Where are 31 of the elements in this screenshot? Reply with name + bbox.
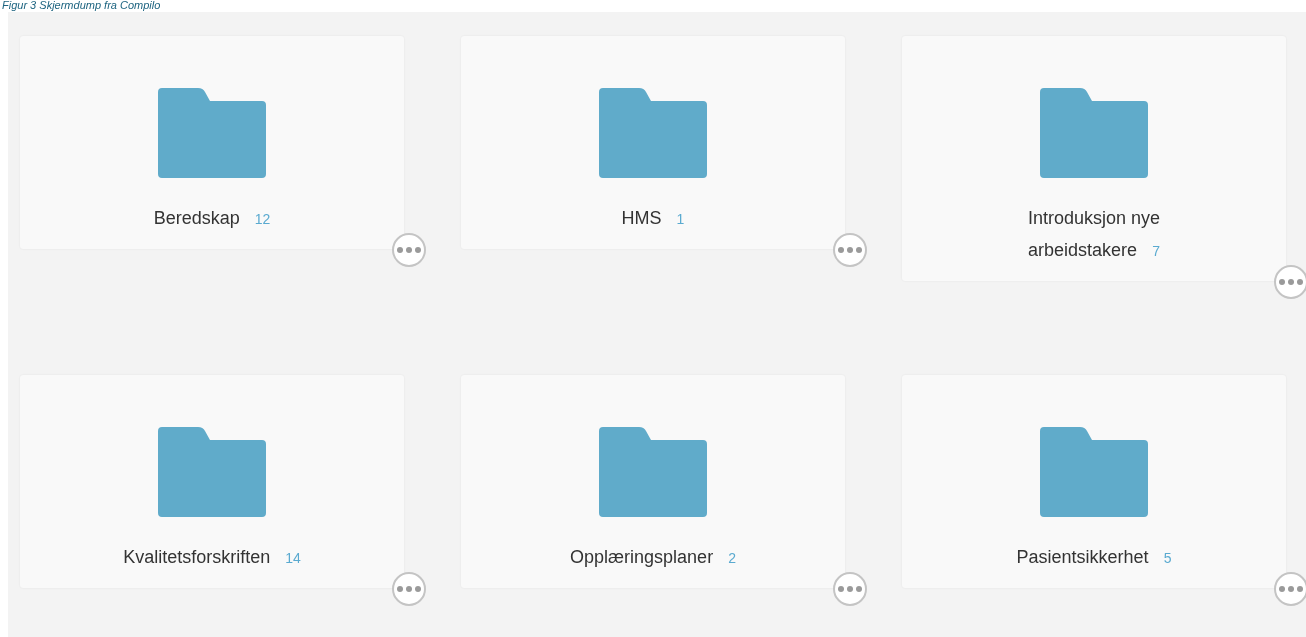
figure-caption: Figur 3 Skjermdump fra Compilo — [2, 0, 161, 11]
folder-card[interactable]: Kvalitetsforskriften 14 — [20, 375, 404, 588]
folder-card[interactable]: Beredskap 12 — [20, 36, 404, 249]
more-options-button[interactable] — [1274, 572, 1306, 606]
folder-icon — [158, 88, 266, 178]
folder-label: Kvalitetsforskriften 14 — [123, 546, 301, 569]
folder-label: Introduksjon nye arbeidstakere 7 — [1026, 207, 1162, 262]
ellipsis-icon — [838, 247, 862, 253]
ellipsis-icon — [838, 586, 862, 592]
more-options-button[interactable] — [833, 233, 867, 267]
folder-icon — [599, 427, 707, 517]
folder-label: HMS 1 — [621, 207, 685, 230]
folder-card[interactable]: Pasientsikkerhet 5 — [902, 375, 1286, 588]
folder-icon — [599, 88, 707, 178]
folder-label: Beredskap 12 — [153, 207, 271, 230]
folder-icon — [1040, 427, 1148, 517]
ellipsis-icon — [397, 586, 421, 592]
more-options-button[interactable] — [833, 572, 867, 606]
folder-label: Opplæringsplaner 2 — [570, 546, 736, 569]
ellipsis-icon — [1279, 586, 1303, 592]
more-options-button[interactable] — [1274, 265, 1306, 299]
folder-icon — [158, 427, 266, 517]
folder-label: Pasientsikkerhet 5 — [1016, 546, 1172, 569]
ellipsis-icon — [1279, 279, 1303, 285]
more-options-button[interactable] — [392, 233, 426, 267]
ellipsis-icon — [397, 247, 421, 253]
folder-icon — [1040, 88, 1148, 178]
folder-card[interactable]: Opplæringsplaner 2 — [461, 375, 845, 588]
more-options-button[interactable] — [392, 572, 426, 606]
folder-card[interactable]: Introduksjon nye arbeidstakere 7 — [902, 36, 1286, 281]
folder-card[interactable]: HMS 1 — [461, 36, 845, 249]
